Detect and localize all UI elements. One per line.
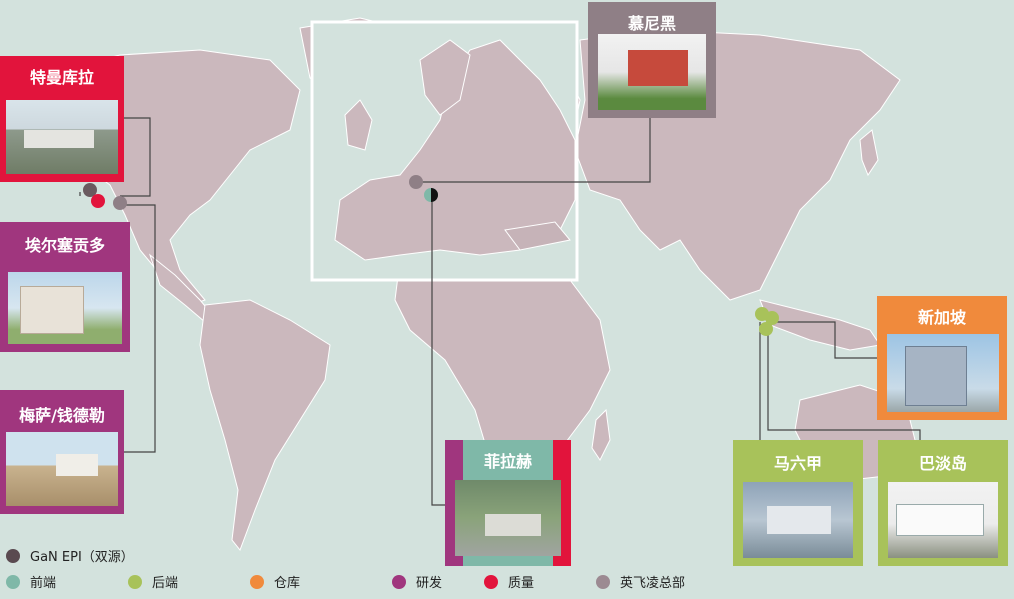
legend-gan-epi-dot [6, 548, 20, 563]
card-torrance-title: 特曼库拉 [29, 68, 94, 87]
legend-item-quality: 质量 [484, 572, 534, 591]
legend-backend-dot [128, 574, 142, 589]
card-singapore: 新加坡 [877, 296, 1007, 420]
legend-gan-epi-label: GaN EPI（双源） [30, 550, 134, 565]
legend-hq-dot [596, 574, 610, 589]
legend-hq-label: 英飞凌总部 [620, 576, 686, 591]
card-torrance-photo [6, 100, 118, 174]
legend-frontend-dot [6, 574, 20, 589]
building-shape [485, 514, 541, 536]
marker-backend-3 [759, 322, 773, 336]
building-shape [24, 130, 94, 148]
card-singapore-title: 新加坡 [917, 308, 966, 327]
legend-frontend-label: 前端 [30, 576, 57, 591]
card-villach-title: 菲拉赫 [483, 452, 532, 471]
card-malacca-title: 马六甲 [773, 454, 822, 473]
card-munich: 慕尼黑 [588, 2, 716, 118]
card-mesa-chandler: 梅萨/钱德勒 [0, 390, 124, 514]
card-mesa-photo [6, 432, 118, 506]
legend-quality-label: 质量 [508, 576, 535, 591]
legend: GaN EPI（双源） 前端 后端 仓库 研发 质量 英飞凌总部 [0, 540, 1014, 599]
legend-warehouse-dot [250, 574, 264, 589]
building-shape [896, 504, 984, 536]
legend-backend-label: 后端 [152, 576, 179, 591]
card-munich-photo [598, 34, 706, 110]
legend-item-hq: 英飞凌总部 [596, 572, 685, 591]
legend-rd-dot [392, 574, 406, 589]
legend-warehouse-label: 仓库 [274, 576, 301, 591]
marker-hq-us [113, 196, 127, 210]
legend-rd-label: 研发 [416, 576, 443, 591]
card-torrance: 特曼库拉 [0, 56, 124, 182]
legend-item-frontend: 前端 [6, 572, 56, 591]
card-el-segundo-photo [8, 272, 122, 344]
legend-item-warehouse: 仓库 [250, 572, 300, 591]
legend-item-rd: 研发 [392, 572, 442, 591]
building-shape [905, 346, 967, 406]
card-singapore-photo [887, 334, 999, 412]
building-shape [628, 50, 688, 86]
card-el-segundo-title: 埃尔塞贡多 [24, 236, 105, 255]
card-mesa-title: 梅萨/钱德勒 [19, 406, 105, 425]
card-batam-title: 巴淡岛 [918, 454, 967, 473]
building-shape [767, 506, 831, 534]
building-shape [20, 286, 84, 334]
legend-quality-dot [484, 574, 498, 589]
card-el-segundo: 埃尔塞贡多 [0, 222, 130, 352]
legend-item-backend: 后端 [128, 572, 178, 591]
marker-hq-munich [409, 175, 423, 189]
legend-item-gan-epi: GaN EPI（双源） [6, 546, 134, 565]
marker-quality-us [91, 194, 105, 208]
building-shape [56, 454, 98, 476]
card-munich-title: 慕尼黑 [627, 14, 676, 33]
